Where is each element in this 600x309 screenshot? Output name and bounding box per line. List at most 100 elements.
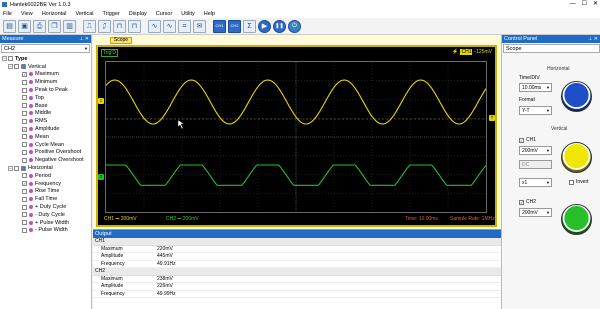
checkbox[interactable] [22,103,27,109]
menu-trigger[interactable]: Trigger [103,11,120,17]
tree-horizontal[interactable]: − Horizontal [2,164,91,172]
tree-item-pulse-width[interactable]: + Pulse Width [2,219,91,227]
checkbox[interactable] [22,134,27,140]
menu-view[interactable]: View [21,11,33,17]
power-icon[interactable]: ⏻ [288,19,301,33]
output-channel-header[interactable]: CH2 [93,268,501,276]
ch2-marker[interactable]: 2 [98,174,104,180]
checkbox[interactable] [22,87,27,93]
checkbox[interactable] [22,188,27,194]
tree-item-negative-overshoot[interactable]: Negative Overshoot [2,156,91,164]
checkbox[interactable] [8,56,13,62]
invert-checkbox[interactable] [569,180,574,185]
control-mode-select[interactable]: Scope [503,44,600,53]
ch1-enable-checkbox[interactable]: ✓ [519,138,524,143]
paste-icon[interactable]: ▥ [63,19,76,33]
measure-channel-select[interactable]: CH2 ▼ [1,44,90,53]
menu-horizontal[interactable]: Horizontal [42,11,67,17]
wave2-icon[interactable]: ∿ [148,19,161,33]
trigger-marker[interactable]: T [489,115,495,121]
tree-type[interactable]: − Type [2,55,91,63]
checkbox[interactable]: ✓ [22,181,27,187]
checkbox[interactable] [22,204,27,210]
tree-item-pulse-width[interactable]: - Pulse Width [2,227,91,235]
pulse-icon[interactable]: ⊓ [113,19,126,33]
rise-edge-icon[interactable]: ⎍ [83,19,96,33]
pin-icon[interactable]: ⊥ ✕ [588,35,598,43]
checkbox[interactable] [22,149,27,155]
tree-item-base[interactable]: Base [2,102,91,110]
mail-icon[interactable]: ✉ [193,19,206,33]
waveform-plot[interactable] [105,61,487,213]
checkbox[interactable] [22,118,27,124]
ch2-icon[interactable]: CH2 [228,19,241,33]
tree-item-period[interactable]: Period [2,172,91,180]
fall-edge-icon[interactable]: ⎎ [98,19,111,33]
ch1-marker[interactable]: 1 [98,98,104,104]
tree-vertical[interactable]: − Vertical [2,63,91,71]
tree-item-frequency[interactable]: ✓ Frequency [2,180,91,188]
menu-display[interactable]: Display [129,11,147,17]
tree-item-duty-cycle[interactable]: - Duty Cycle [2,211,91,219]
close-button[interactable]: ✕ [593,0,598,9]
ch2-volt-knob[interactable] [561,204,592,235]
tree-item-top[interactable]: Top [2,94,91,102]
checkbox[interactable]: ✓ [22,126,27,132]
checkbox[interactable] [22,79,27,85]
ch2-volt-select[interactable]: 200mV ▼ [519,208,552,217]
format-select[interactable]: Y-T ▼ [519,106,552,115]
tree-item-minimum[interactable]: Minimum [2,78,91,86]
ch1-probe-select[interactable]: x1 ▼ [519,178,552,187]
run-icon[interactable]: ▶ [258,19,271,33]
tree-item-amplitude[interactable]: ✓ Amplitude [2,125,91,133]
tree-item-fall-time[interactable]: Fall Time [2,195,91,203]
waveform-svg[interactable] [106,62,486,212]
open-icon[interactable]: ▤ [3,19,16,33]
checkbox[interactable] [22,110,27,116]
menu-vertical[interactable]: Vertical [75,11,93,17]
tree-item-duty-cycle[interactable]: + Duty Cycle [2,203,91,211]
tree-item-rise-time[interactable]: Rise Time [2,188,91,196]
collapse-icon[interactable]: − [8,165,13,171]
checkbox[interactable] [22,157,27,163]
save-icon[interactable]: ▣ [18,19,31,33]
tab-scope[interactable]: Scope [110,37,132,44]
ch2-enable-checkbox[interactable]: ✓ [519,200,524,205]
tree-item-mean[interactable]: Mean [2,133,91,141]
wave3-icon[interactable]: ∿ [163,19,176,33]
minimize-button[interactable]: — [570,0,576,9]
timediv-knob[interactable] [561,81,592,112]
pin-icon[interactable]: ⊥ ✕ [79,35,89,43]
tree-item-rms[interactable]: RMS [2,117,91,125]
checkbox[interactable] [22,196,27,202]
ch1-volt-knob[interactable] [561,142,592,173]
tree-item-positive-overshoot[interactable]: Positive Overshoot [2,149,91,157]
checkbox[interactable] [22,173,27,179]
checkbox[interactable] [22,212,27,218]
pause-icon[interactable]: ❚❚ [273,19,286,33]
menu-utility[interactable]: Utility [181,11,194,17]
collapse-icon[interactable]: − [8,64,13,70]
checkbox[interactable] [22,142,27,148]
ch1-icon[interactable]: CH1 [213,19,226,33]
timediv-select[interactable]: 10.00ms ▼ [519,83,552,92]
checkbox[interactable] [22,95,27,101]
checkbox[interactable] [22,220,27,226]
wave1-icon[interactable]: ⊓ [128,19,141,33]
checkbox[interactable] [14,165,19,171]
menu-help[interactable]: Help [204,11,215,17]
measure-icon[interactable]: ⌗ [178,19,191,33]
math-icon[interactable]: Σ [243,19,256,33]
checkbox[interactable]: ✓ [22,71,27,77]
menu-cursor[interactable]: Cursor [156,11,173,17]
output-channel-header[interactable]: CH1 [93,238,501,246]
tree-item-maximum[interactable]: ✓ Maximum [2,71,91,79]
ch1-volt-select[interactable]: 200mV ▼ [519,146,552,155]
ch1-coupling-select[interactable]: DC [519,160,552,169]
print-icon[interactable]: ⎙ [33,19,46,33]
checkbox[interactable] [22,227,27,233]
tree-item-peak-to-peak[interactable]: Peak to Peak [2,86,91,94]
collapse-icon[interactable]: − [2,56,7,62]
tree-item-cycle-mean[interactable]: Cycle Mean [2,141,91,149]
copy-icon[interactable]: ❐ [48,19,61,33]
